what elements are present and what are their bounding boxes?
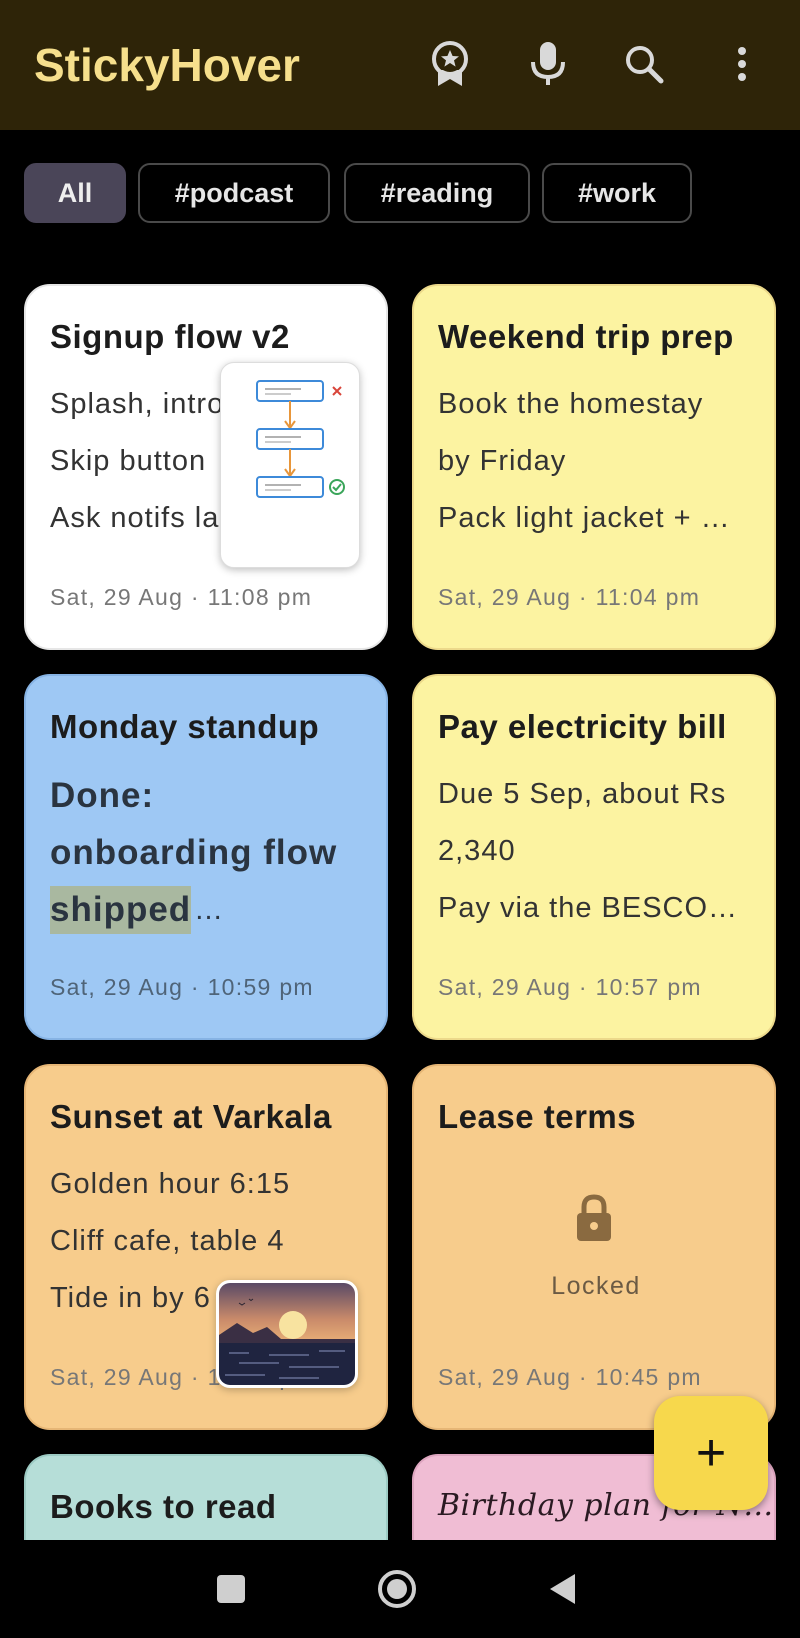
filter-chip-reading[interactable]: #reading (344, 163, 530, 223)
note-line: Pack light jacket + … (438, 502, 731, 534)
lock-icon (574, 1194, 614, 1247)
note-title: Sunset at Varkala (50, 1098, 332, 1135)
note-line: Due 5 Sep, about Rs (438, 778, 727, 810)
chip-label: All (57, 177, 93, 208)
badge-star-icon[interactable] (422, 36, 478, 92)
note-date: Sat, 29 Aug · 10:57 pm (438, 974, 702, 1000)
note-card-lease-terms[interactable]: Lease terms Locked Sat, 29 Aug · 10:45 p… (412, 1064, 776, 1430)
note-title: Monday standup (50, 708, 320, 745)
search-icon[interactable] (616, 36, 672, 92)
note-line: Done: (50, 776, 155, 815)
app-title: StickyHover (34, 39, 300, 91)
note-line: Golden hour 6:15 (50, 1168, 291, 1200)
note-date: Sat, 29 Aug · 11:04 pm (438, 584, 701, 610)
note-line: Cliff cafe, table 4 (50, 1225, 285, 1257)
chip-label: #reading (380, 177, 494, 208)
note-line: 2,340 (438, 835, 516, 867)
sunset-photo-thumbnail[interactable] (216, 1280, 358, 1388)
app-bar: StickyHover (0, 0, 800, 130)
microphone-icon[interactable] (520, 36, 576, 92)
add-note-button[interactable]: + (654, 1396, 768, 1510)
recents-square-icon[interactable] (196, 1554, 266, 1624)
note-card-sunset-varkala[interactable]: Sunset at Varkala Golden hour 6:15 Cliff… (24, 1064, 388, 1430)
note-card-monday-standup[interactable]: Monday standup Done: onboarding flow shi… (24, 674, 388, 1040)
chip-label: #podcast (174, 177, 294, 208)
note-card-weekend-trip[interactable]: Weekend trip prep Book the homestay by F… (412, 284, 776, 650)
note-title: Weekend trip prep (438, 318, 734, 355)
note-date: Sat, 29 Aug · 10:59 pm (50, 974, 314, 1000)
plus-icon: + (695, 1424, 727, 1482)
ellipsis: … (194, 894, 224, 926)
note-line: by Friday (438, 445, 567, 477)
note-title: Pay electricity bill (438, 708, 727, 745)
highlighted-text: shipped (50, 886, 192, 934)
flow-diagram-thumbnail[interactable] (220, 362, 360, 568)
note-card-electricity-bill[interactable]: Pay electricity bill Due 5 Sep, about Rs… (412, 674, 776, 1040)
filter-chip-podcast[interactable]: #podcast (138, 163, 330, 223)
note-line: Pay via the BESCO… (438, 892, 739, 924)
note-line: onboarding flow (50, 833, 338, 872)
note-line: Skip button (50, 445, 207, 477)
note-card-signup-flow[interactable]: Signup flow v2 Splash, intro Skip button… (24, 284, 388, 650)
more-vert-icon[interactable] (714, 36, 770, 92)
chip-label: #work (577, 177, 657, 208)
home-circle-icon[interactable] (362, 1554, 432, 1624)
back-triangle-icon[interactable] (528, 1554, 598, 1624)
note-line: Ask notifs la (50, 502, 220, 534)
note-title: Lease terms (438, 1098, 637, 1135)
note-line: Tide in by 6 (50, 1282, 211, 1314)
locked-label: Locked (551, 1272, 641, 1300)
filter-chip-all[interactable]: All (24, 163, 126, 223)
note-title: Books to read (50, 1488, 277, 1525)
system-navigation-bar (0, 1540, 800, 1638)
note-card-books-to-read[interactable]: Books to read (24, 1454, 388, 1540)
note-title: Signup flow v2 (50, 318, 290, 355)
note-date: Sat, 29 Aug · 11:08 pm (50, 584, 313, 610)
note-line: Book the homestay (438, 388, 704, 420)
note-date: Sat, 29 Aug · 10:45 pm (438, 1364, 702, 1390)
note-line: Splash, intro (50, 388, 225, 420)
filter-chip-work[interactable]: #work (542, 163, 692, 223)
